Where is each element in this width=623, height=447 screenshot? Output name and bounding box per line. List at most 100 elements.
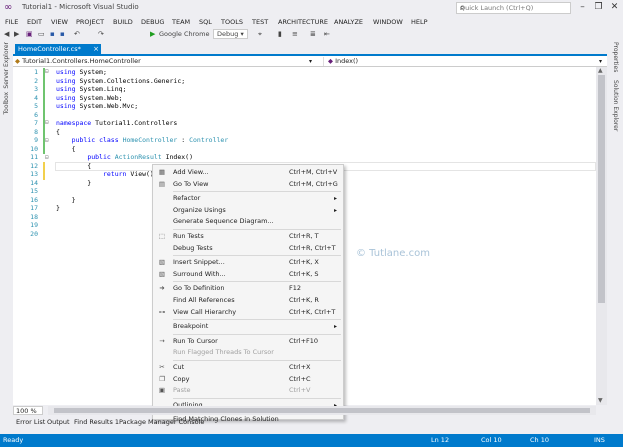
collapse-icon[interactable]: ⊟: [45, 68, 49, 75]
bottom-tab-find-results-1[interactable]: Find Results 1: [74, 418, 119, 426]
format-icon[interactable]: ≡: [292, 29, 298, 39]
code-line: {: [56, 145, 76, 153]
bookmark-icon[interactable]: ▮: [278, 29, 282, 39]
context-menu-item-debug-tests[interactable]: Debug Tests Ctrl+R, Ctrl+T: [153, 243, 343, 254]
restore-icon[interactable]: ❐: [591, 0, 606, 14]
code-line: {: [56, 162, 91, 170]
menu-edit[interactable]: EDIT: [27, 16, 42, 28]
menu-build[interactable]: BUILD: [113, 16, 133, 28]
menu-file[interactable]: FILE: [5, 16, 18, 28]
forward-icon[interactable]: ▶: [14, 29, 19, 39]
context-menu-item-cut[interactable]: ✂ Cut Ctrl+X: [153, 362, 343, 373]
save-icon[interactable]: ▪: [50, 29, 55, 39]
type-dropdown[interactable]: ◆ Tutorial1.Controllers.HomeController ▾: [15, 57, 315, 66]
context-menu-item-run-to-cursor[interactable]: → Run To Cursor Ctrl+F10: [153, 336, 343, 347]
bottom-tab-package-manager-console[interactable]: Package Manager Console: [119, 418, 204, 426]
snippet-icon: ▧: [158, 258, 166, 267]
menu-view[interactable]: VIEW: [51, 16, 68, 28]
keyword-token: using: [56, 76, 76, 85]
chevron-down-icon: ▾: [598, 58, 602, 65]
context-menu-item-surround-with[interactable]: ▧ Surround With... Ctrl+K, S: [153, 269, 343, 280]
collapse-icon[interactable]: ⊟: [45, 137, 49, 144]
menu-sql[interactable]: SQL: [199, 16, 212, 28]
minimize-icon[interactable]: –: [575, 0, 590, 14]
line-number: 9: [34, 136, 38, 144]
surround-icon: ▧: [158, 269, 166, 278]
code-token: {: [56, 127, 60, 136]
code-token: }: [56, 195, 76, 204]
context-menu-shortcut: Ctrl+K, Ctrl+T: [289, 307, 336, 316]
context-menu-item-view-call-hierarchy[interactable]: ⊶ View Call Hierarchy Ctrl+K, Ctrl+T: [153, 307, 343, 318]
vertical-scrollbar[interactable]: ▲ ▼: [596, 67, 607, 405]
start-debugging-icon[interactable]: ▶: [150, 29, 155, 39]
context-menu-item-find-all-references[interactable]: Find All References Ctrl+K, R: [153, 295, 343, 306]
bottom-tab-output[interactable]: Output: [47, 418, 70, 426]
context-menu-item-organize-usings[interactable]: Organize Usings ▸: [153, 205, 343, 216]
line-number: 5: [34, 102, 38, 110]
menu-separator: [173, 333, 341, 335]
solution-icon[interactable]: ▣: [26, 29, 33, 39]
context-menu-item-paste: ▣ Paste Ctrl+V: [153, 385, 343, 396]
menu-team[interactable]: TEAM: [172, 16, 190, 28]
redo-icon[interactable]: ↷: [98, 29, 104, 39]
comment-icon[interactable]: ≣: [310, 29, 316, 39]
open-file-icon[interactable]: ▭: [38, 29, 45, 39]
context-menu-item-refactor[interactable]: Refactor ▸: [153, 193, 343, 204]
copy-icon: ❐: [159, 374, 165, 383]
context-menu-shortcut: Ctrl+F10: [289, 336, 319, 345]
context-menu-item-run-tests[interactable]: ⬚ Run Tests Ctrl+R, T: [153, 231, 343, 242]
scroll-down-icon[interactable]: ▼: [598, 397, 603, 404]
run-target-dropdown[interactable]: Google Chrome: [159, 29, 209, 39]
keyword-token: public: [71, 136, 96, 144]
quick-launch-input[interactable]: Quick Launch (Ctrl+Q) ⌕: [456, 2, 571, 14]
code-token: Index(): [161, 153, 193, 161]
vertical-scroll-thumb[interactable]: [598, 75, 605, 303]
menu-project[interactable]: PROJECT: [76, 16, 104, 28]
undo-icon[interactable]: ↶: [74, 29, 80, 39]
context-menu-item-breakpoint[interactable]: Breakpoint ▸: [153, 321, 343, 332]
back-icon[interactable]: ◀: [4, 29, 9, 39]
toolbox-tab[interactable]: Toolbox: [3, 92, 10, 115]
search-icon[interactable]: ⌕: [460, 3, 568, 13]
code-token: :: [177, 136, 190, 144]
toolbar: ◀ ▶ ▣ ▭ ▪ ▪ ↶ ↷ ▶ Google Chrome Debug ▾ …: [0, 28, 623, 40]
context-menu-item-generate-sequence-diagram[interactable]: Generate Sequence Diagram...: [153, 216, 343, 227]
close-icon[interactable]: ✕: [607, 0, 622, 14]
bottom-tab-error-list[interactable]: Error List: [16, 418, 45, 426]
configuration-dropdown[interactable]: Debug ▾: [213, 29, 248, 39]
context-menu-item-go-to-definition[interactable]: ➜ Go To Definition F12: [153, 283, 343, 294]
menu-analyze[interactable]: ANALYZE: [334, 16, 363, 28]
context-menu-label: Go To Definition: [173, 284, 225, 293]
server-explorer-tab[interactable]: Server Explorer: [3, 42, 10, 89]
bookmark-prev-icon[interactable]: ⇤: [324, 29, 330, 39]
horizontal-scroll-thumb[interactable]: [54, 408, 590, 413]
context-menu-item-insert-snippet[interactable]: ▧ Insert Snippet... Ctrl+K, X: [153, 257, 343, 268]
menu-bar: FILE EDIT VIEW PROJECT BUILD DEBUG TEAM SQL TOOL…: [0, 16, 623, 28]
menu-tools[interactable]: TOOLS: [221, 16, 243, 28]
type-token: HomeController: [122, 136, 178, 144]
find-icon[interactable]: ⌖: [258, 29, 262, 39]
menu-architecture[interactable]: ARCHITECTURE: [278, 16, 328, 28]
document-tab[interactable]: HomeController.cs* ×: [15, 44, 101, 54]
context-menu-item-go-to-view[interactable]: ▤ Go To View Ctrl+M, Ctrl+G: [153, 179, 343, 190]
collapse-icon[interactable]: ⊟: [45, 119, 49, 126]
save-all-icon[interactable]: ▪: [60, 29, 65, 39]
horizontal-scrollbar[interactable]: [48, 406, 596, 415]
solution-explorer-tab[interactable]: Solution Explorer: [612, 80, 619, 131]
collapse-icon[interactable]: ⊟: [45, 154, 49, 161]
menu-debug[interactable]: DEBUG: [141, 16, 164, 28]
line-number: 11: [30, 153, 38, 161]
menu-window[interactable]: WINDOW: [373, 16, 403, 28]
menu-help[interactable]: HELP: [411, 16, 428, 28]
menu-test[interactable]: TEST: [252, 16, 268, 28]
context-menu-item-copy[interactable]: ❐ Copy Ctrl+C: [153, 374, 343, 385]
context-menu-item-add-view[interactable]: ▦ Add View... Ctrl+M, Ctrl+V: [153, 167, 343, 178]
scroll-up-icon[interactable]: ▲: [598, 67, 603, 74]
member-dropdown[interactable]: ◆ Index() ▾: [323, 57, 605, 66]
context-menu-label: Go To View: [173, 179, 209, 188]
zoom-dropdown[interactable]: 100 %: [13, 406, 43, 415]
properties-tab[interactable]: Properties: [612, 42, 619, 72]
close-tab-icon[interactable]: ×: [93, 44, 99, 54]
